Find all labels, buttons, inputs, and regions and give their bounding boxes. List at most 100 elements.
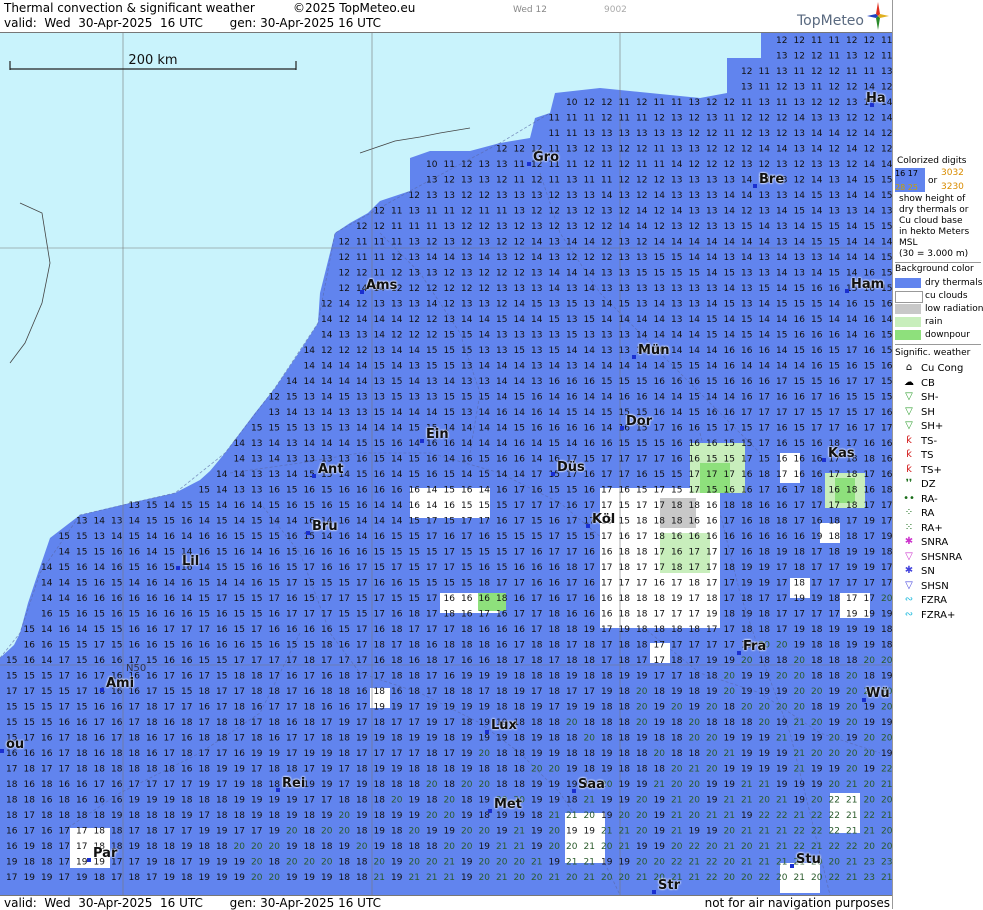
thermal-height-digit: 18: [619, 641, 631, 651]
thermal-height-digit: 17: [689, 486, 700, 496]
thermal-height-digit: 13: [549, 238, 560, 248]
thermal-height-digit: 18: [76, 734, 88, 744]
thermal-height-digit: 20: [706, 842, 718, 852]
thermal-height-digit: 13: [671, 222, 682, 232]
thermal-height-digit: 19: [776, 749, 788, 759]
thermal-height-digit: 14: [724, 393, 736, 403]
thermal-height-digit: 19: [584, 625, 596, 635]
thermal-height-digit: 13: [584, 331, 595, 341]
thermal-height-digit: 17: [164, 734, 175, 744]
thermal-height-digit: 14: [846, 331, 858, 341]
thermal-height-digit: 18: [339, 749, 351, 759]
weather-symbol-icon: ▽: [905, 550, 913, 562]
city-label-wu: Wü: [866, 686, 890, 701]
thermal-height-digit: 13: [409, 300, 420, 310]
thermal-height-digit: 13: [706, 207, 717, 217]
thermal-height-digit: 12: [479, 191, 490, 201]
thermal-height-digit: 16: [671, 455, 683, 465]
thermal-height-digit: 15: [514, 532, 525, 542]
thermal-height-digit: 12: [864, 114, 875, 124]
thermal-height-digit: 17: [549, 501, 560, 511]
thermal-height-digit: 13: [706, 114, 717, 124]
thermal-height-digit: 18: [619, 656, 631, 666]
thermal-height-digit: 20: [706, 765, 718, 775]
thermal-height-digit: 17: [251, 625, 262, 635]
thermal-height-digit: 17: [356, 703, 367, 713]
thermal-height-digit: 16: [531, 393, 543, 403]
thermal-height-digit: 13: [829, 176, 840, 186]
thermal-height-digit: 18: [374, 641, 386, 651]
thermal-height-digit: 17: [724, 579, 735, 589]
thermal-height-digit: 15: [181, 501, 192, 511]
thermal-height-digit: 19: [724, 656, 736, 666]
thermal-height-digit: 20: [549, 765, 561, 775]
thermal-height-digit: 15: [654, 253, 665, 263]
thermal-height-digit: 16: [94, 796, 106, 806]
thermal-height-digit: 18: [199, 765, 211, 775]
thermal-height-digit: 17: [164, 827, 175, 837]
thermal-height-digit: 16: [514, 455, 526, 465]
thermal-height-digit: 15: [811, 315, 822, 325]
thermal-height-digit: 15: [881, 393, 892, 403]
thermal-height-digit: 15: [549, 486, 560, 496]
thermal-height-digit: 16: [689, 424, 701, 434]
city-marker: [845, 289, 849, 293]
thermal-height-digit: 14: [269, 439, 281, 449]
thermal-height-digit: 17: [409, 703, 420, 713]
weather-label: SH-: [921, 392, 939, 403]
thermal-height-digit: 12: [426, 331, 437, 341]
thermal-height-digit: 16: [356, 501, 368, 511]
thermal-height-digit: 14: [724, 191, 736, 201]
thermal-height-digit: 17: [601, 470, 612, 480]
thermal-height-digit: 17: [356, 656, 367, 666]
thermal-height-digit: 19: [426, 703, 438, 713]
thermal-height-digit: 14: [706, 300, 718, 310]
thermal-height-digit: 14: [391, 455, 403, 465]
thermal-height-digit: 17: [286, 610, 297, 620]
thermal-height-digit: 18: [304, 827, 316, 837]
thermal-height-digit: 12: [706, 98, 717, 108]
thermal-height-digit: 18: [689, 687, 701, 697]
thermal-height-digit: 17: [864, 408, 875, 418]
thermal-height-digit: 18: [164, 811, 176, 821]
thermal-height-digit: 18: [356, 765, 368, 775]
thermal-height-digit: 18: [776, 517, 788, 527]
thermal-height-digit: 20: [636, 827, 648, 837]
thermal-map[interactable]: 12 12 11 11 12 12 11 13 12 12 11 13 12 11 12 11 13 11 12 12…: [0, 33, 892, 895]
thermal-height-digit: 20: [776, 703, 788, 713]
thermal-height-digit: 13: [829, 207, 840, 217]
thermal-height-digit: 14: [566, 439, 578, 449]
thermal-height-digit: 14: [374, 315, 386, 325]
thermal-height-digit: 15: [269, 501, 280, 511]
weather-label: RA: [921, 508, 935, 519]
thermal-height-digit: 13: [601, 346, 612, 356]
thermal-height-digit: 18: [636, 517, 648, 527]
thermal-height-digit: 23: [881, 858, 892, 868]
thermal-height-digit: 18: [409, 765, 421, 775]
thermal-height-digit: 18: [724, 501, 736, 511]
thermal-height-digit: 18: [461, 718, 473, 728]
thermal-height-digit: 19: [496, 734, 508, 744]
thermal-height-digit: 21: [566, 858, 577, 868]
thermal-height-digit: 15: [531, 517, 542, 527]
thermal-height-digit: 19: [706, 796, 718, 806]
thermal-height-digit: 15: [741, 222, 752, 232]
city-label-kol: Köl: [592, 512, 616, 527]
thermal-height-digit: 18: [689, 625, 701, 635]
thermal-height-digit: 17: [409, 625, 420, 635]
thermal-height-digit: 17: [864, 470, 875, 480]
thermal-height-digit: 16: [811, 455, 823, 465]
weather-legend-item: ƙ TS+: [895, 464, 983, 478]
thermal-height-digit: 13: [881, 207, 892, 217]
city-label-dus: Düs: [557, 460, 585, 475]
thermal-height-digit: 15: [619, 300, 630, 310]
thermal-height-digit: 14: [41, 579, 53, 589]
thermal-height-digit: 17: [41, 765, 52, 775]
thermal-height-digit: 16: [689, 377, 701, 387]
thermal-height-digit: 16: [514, 594, 526, 604]
thermal-height-digit: 18: [584, 641, 596, 651]
thermal-height-digit: 12: [794, 36, 805, 46]
thermal-height-digit: 15: [24, 703, 35, 713]
thermal-height-digit: 14: [514, 362, 526, 372]
thermal-height-digit: 14: [426, 253, 438, 263]
